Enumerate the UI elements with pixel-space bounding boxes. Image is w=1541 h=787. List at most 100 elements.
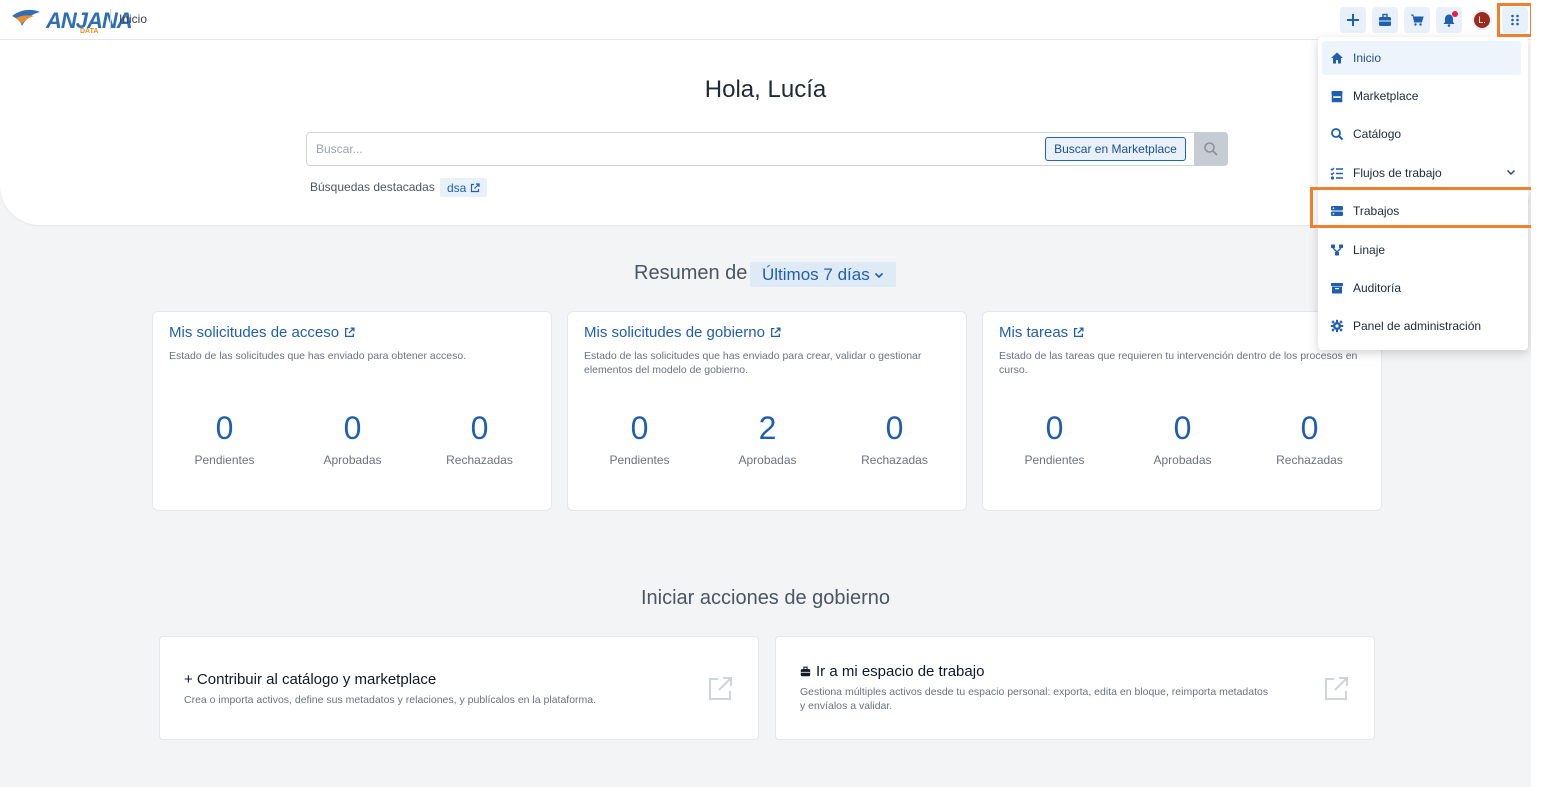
- menu-item-label: Flujos de trabajo: [1353, 166, 1442, 180]
- access-requests-card: Mis solicitudes de acceso Estado de las …: [152, 311, 552, 511]
- stat-value: 0: [885, 410, 904, 446]
- menu-item-inicio[interactable]: Inicio: [1322, 41, 1521, 75]
- stat-value: 0: [1045, 410, 1064, 446]
- stat-label: Pendientes: [1024, 453, 1085, 467]
- briefcase-icon: [800, 666, 811, 677]
- governance-requests-card: Mis solicitudes de gobierno Estado de la…: [567, 311, 967, 511]
- stat-label: Rechazadas: [1276, 453, 1343, 467]
- stat-label: Rechazadas: [446, 453, 513, 467]
- menu-item-marketplace[interactable]: Marketplace: [1322, 79, 1521, 113]
- stat-rejected[interactable]: 0 Rechazadas: [416, 410, 543, 467]
- stat-value: 0: [470, 410, 489, 446]
- briefcase-icon: [1379, 13, 1391, 26]
- menu-item-label: Marketplace: [1353, 89, 1419, 103]
- anjana-logo[interactable]: ANJANA DATA: [10, 4, 133, 35]
- divider: [110, 9, 111, 29]
- breadcrumb[interactable]: Inicio: [119, 12, 147, 26]
- workspace-button[interactable]: [1372, 7, 1398, 33]
- stat-approved[interactable]: 2 Aprobadas: [704, 410, 831, 467]
- action-description: Crea o importa activos, define sus metad…: [184, 694, 597, 706]
- featured-searches-label: Búsquedas destacadas: [310, 180, 435, 194]
- store-icon: [1331, 91, 1343, 103]
- external-link-icon: [1325, 677, 1348, 700]
- menu-item-label: Inicio: [1353, 51, 1382, 65]
- plus-icon: [1347, 14, 1359, 26]
- card-description: Estado de las tareas que requieren tu in…: [999, 350, 1358, 376]
- workspace-action-card[interactable]: Ir a mi espacio de trabajo Gestiona múlt…: [775, 636, 1375, 740]
- cart-icon: [1411, 14, 1424, 26]
- archive-icon: [1331, 283, 1343, 294]
- menu-item-label: Linaje: [1353, 243, 1386, 257]
- notification-dot: [1452, 11, 1458, 17]
- stat-label: Rechazadas: [861, 453, 928, 467]
- search-icon: [1331, 128, 1344, 141]
- stat-label: Aprobadas: [323, 453, 382, 467]
- trabajos-highlight: [1310, 187, 1538, 228]
- stat-rejected[interactable]: 0 Rechazadas: [1246, 410, 1373, 467]
- stat-value: 0: [1300, 410, 1319, 446]
- page: ANJANA DATA Inicio L. Hola, Lucía Buscar…: [0, 0, 1538, 787]
- contribute-action-card[interactable]: + Contribuir al catálogo y marketplace C…: [159, 636, 759, 740]
- period-label: Últimos 7 días: [762, 264, 870, 284]
- search-submit-button[interactable]: [1194, 132, 1228, 166]
- search-input[interactable]: Buscar...: [316, 142, 363, 156]
- external-link-icon: [1074, 327, 1084, 338]
- menu-item-label: Auditoría: [1353, 281, 1402, 295]
- add-button[interactable]: [1340, 7, 1366, 33]
- external-link-icon: [345, 327, 355, 338]
- menu-item-label: Catálogo: [1353, 127, 1402, 141]
- search-bar[interactable]: Buscar... Buscar en Marketplace: [306, 132, 1228, 166]
- stat-pending[interactable]: 0 Pendientes: [161, 410, 288, 467]
- page-edge: [1531, 0, 1541, 787]
- stat-rejected[interactable]: 0 Rechazadas: [831, 410, 958, 467]
- menu-item-panel-de-administracion[interactable]: Panel de administración: [1322, 309, 1521, 343]
- stat-label: Pendientes: [194, 453, 255, 467]
- menu-item-auditoria[interactable]: Auditoría: [1322, 271, 1521, 305]
- menu-item-label: Panel de administración: [1353, 319, 1482, 333]
- menu-item-flujos-de-trabajo[interactable]: Flujos de trabajo: [1322, 156, 1521, 190]
- stat-value: 0: [630, 410, 649, 446]
- period-selector[interactable]: Últimos 7 días: [750, 262, 896, 287]
- action-title: Ir a mi espacio de trabajo: [816, 663, 985, 680]
- featured-search-chip[interactable]: dsa: [440, 178, 488, 197]
- bird-logo-icon: [12, 9, 40, 26]
- action-title: + Contribuir al catálogo y marketplace: [184, 671, 437, 688]
- stat-pending[interactable]: 0 Pendientes: [991, 410, 1118, 467]
- stat-value: 0: [343, 410, 362, 446]
- external-link-icon: [770, 327, 781, 338]
- stat-value: 0: [215, 410, 234, 446]
- actions-title: Iniciar acciones de gobierno: [640, 587, 891, 609]
- stat-approved[interactable]: 0 Aprobadas: [1119, 410, 1246, 467]
- card-title-link[interactable]: Mis tareas: [999, 324, 1084, 341]
- stat-label: Aprobadas: [1153, 453, 1212, 467]
- stat-pending[interactable]: 0 Pendientes: [576, 410, 703, 467]
- logo-subtext: DATA: [80, 28, 99, 35]
- card-title: Mis tareas: [999, 324, 1069, 341]
- external-link-icon: [709, 677, 732, 700]
- card-description: Estado de las solicitudes que has enviad…: [584, 350, 922, 376]
- stat-value: 0: [1173, 410, 1192, 446]
- stat-label: Pendientes: [609, 453, 670, 467]
- stat-value: 2: [758, 410, 777, 446]
- action-title-row: Ir a mi espacio de trabajo: [800, 663, 984, 680]
- menu-item-linaje[interactable]: Linaje: [1322, 233, 1521, 267]
- search-marketplace-button[interactable]: Buscar en Marketplace: [1045, 137, 1186, 161]
- card-title: Mis solicitudes de gobierno: [584, 324, 765, 341]
- chip-label: dsa: [447, 180, 467, 195]
- magnifier-icon: [1204, 142, 1218, 156]
- card-title-link[interactable]: Mis solicitudes de acceso: [169, 324, 355, 341]
- card-title: Mis solicitudes de acceso: [169, 324, 340, 341]
- action-description: Gestiona múltiples activos desde tu espa…: [800, 686, 1269, 712]
- stat-label: Aprobadas: [738, 453, 797, 467]
- chevron-down-icon: [1507, 170, 1515, 175]
- card-description: Estado de las solicitudes que has enviad…: [169, 350, 467, 362]
- stat-approved[interactable]: 0 Aprobadas: [289, 410, 416, 467]
- avatar[interactable]: L.: [1472, 10, 1492, 30]
- checklist-icon: [1330, 167, 1343, 180]
- external-link-icon: [471, 182, 480, 192]
- notifications-button[interactable]: [1436, 7, 1462, 33]
- cart-button[interactable]: [1404, 7, 1430, 33]
- summary-title: Resumen de: [634, 262, 748, 284]
- card-title-link[interactable]: Mis solicitudes de gobierno: [584, 324, 781, 341]
- menu-item-catalogo[interactable]: Catálogo: [1322, 117, 1521, 151]
